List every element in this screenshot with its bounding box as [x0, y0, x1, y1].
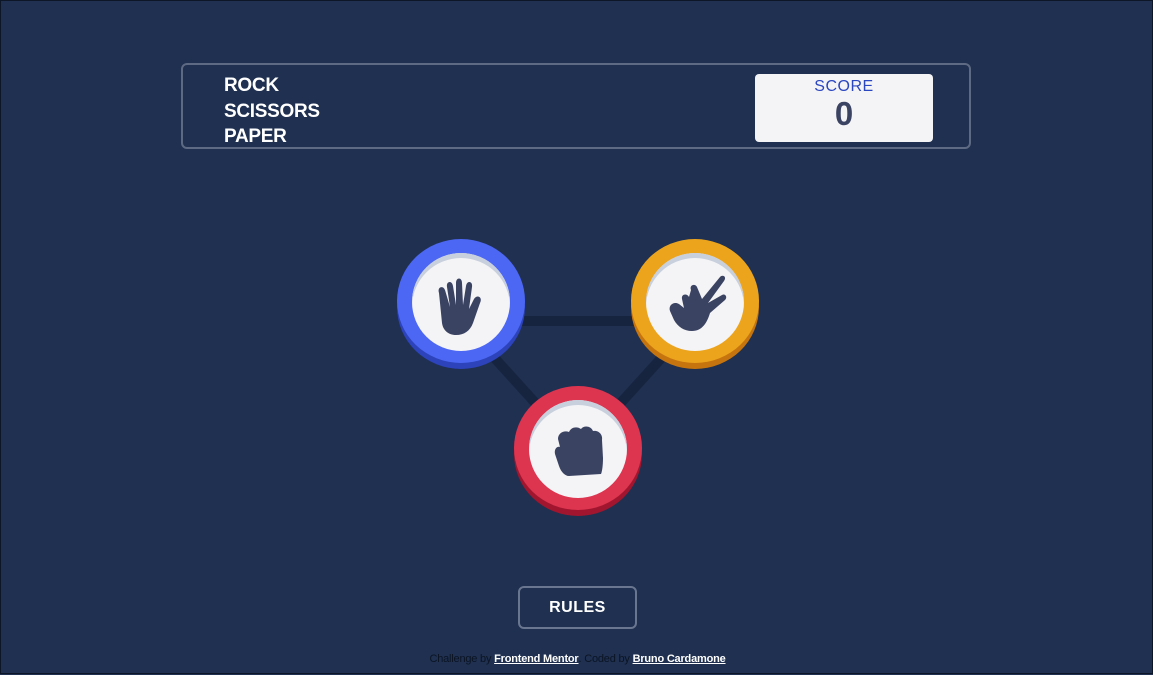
paper-choice-button[interactable]	[397, 239, 525, 369]
scissors-choice-button[interactable]	[631, 239, 759, 369]
attribution-footer: Challenge by Frontend Mentor. Coded by B…	[1, 653, 1153, 665]
hand-scissors-icon	[669, 275, 727, 331]
challenge-prefix: Challenge by	[429, 653, 492, 665]
game-header: ROCK SCISSORS PAPER SCORE 0	[181, 63, 971, 149]
rules-button[interactable]: RULES	[518, 586, 637, 629]
game-title-logo: ROCK SCISSORS PAPER	[224, 73, 320, 150]
title-line-scissors: SCISSORS	[224, 100, 320, 122]
rock-choice-button[interactable]	[514, 386, 642, 516]
score-label: SCORE	[814, 78, 874, 95]
score-panel: SCORE 0	[755, 74, 933, 142]
coded-prefix: . Coded by	[578, 653, 630, 665]
title-line-paper: PAPER	[224, 126, 287, 147]
title-line-rock: ROCK	[224, 75, 279, 96]
score-value: 0	[834, 95, 854, 132]
frontend-mentor-link[interactable]: Frontend Mentor	[494, 653, 579, 665]
author-link[interactable]: Bruno Cardamone	[633, 653, 726, 665]
hand-rock-icon	[554, 426, 603, 476]
hand-paper-icon	[438, 278, 481, 335]
